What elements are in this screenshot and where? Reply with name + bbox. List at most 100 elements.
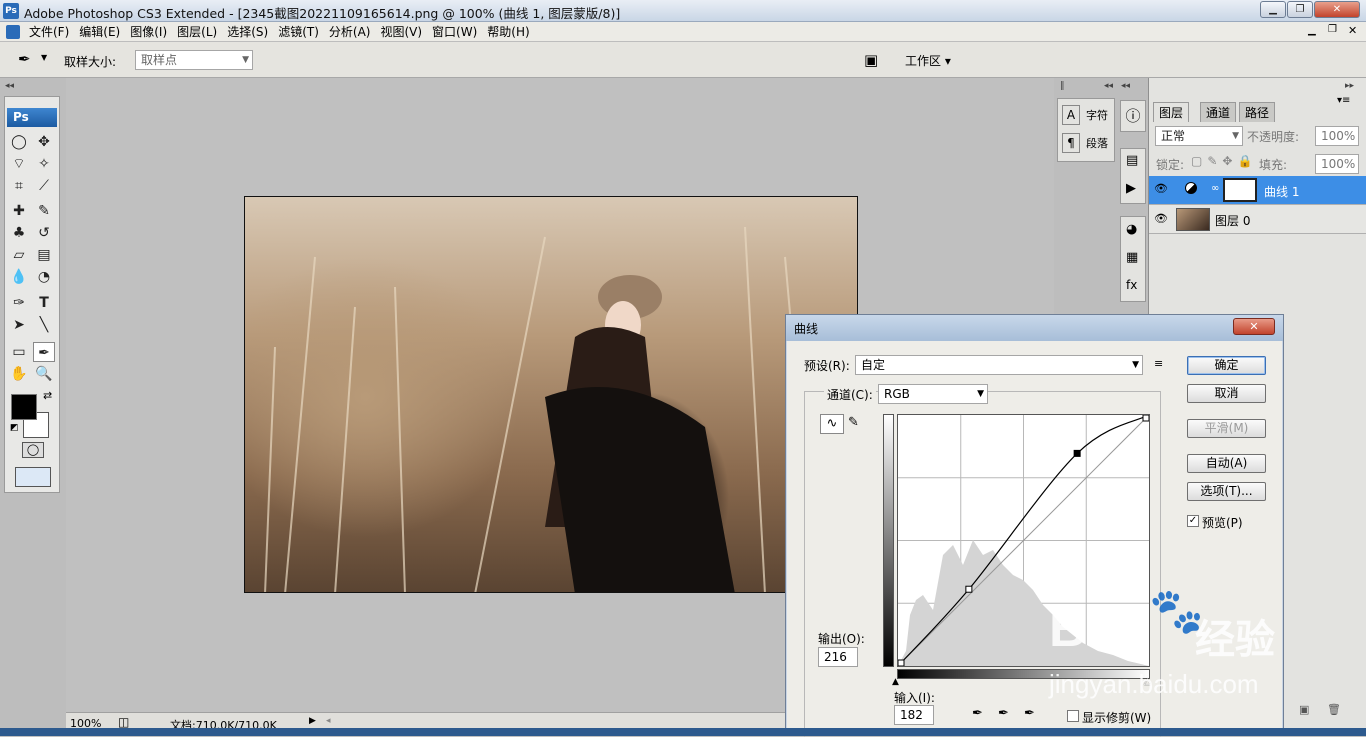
visibility-eye-icon[interactable]: 👁 bbox=[1154, 182, 1168, 195]
layer-mask-thumbnail[interactable] bbox=[1223, 178, 1257, 202]
eraser-tool-icon[interactable]: ▱ bbox=[8, 245, 30, 265]
screen-mode-icon[interactable] bbox=[15, 467, 51, 487]
dialog-close-icon[interactable]: ✕ bbox=[1233, 318, 1275, 335]
history-icon[interactable]: ▤ bbox=[1126, 153, 1138, 168]
sample-size-select[interactable]: 取样点 ▼ bbox=[135, 50, 253, 70]
doc-restore-icon[interactable]: ❐ bbox=[1328, 24, 1337, 35]
actions-icon[interactable]: ▶ bbox=[1126, 181, 1136, 196]
gray-eyedropper-icon[interactable]: ✒ bbox=[998, 706, 1009, 721]
swatches-icon[interactable]: ▦ bbox=[1126, 250, 1138, 265]
scroll-left-icon[interactable]: ◂ bbox=[326, 716, 331, 726]
cancel-button[interactable]: 取消 bbox=[1187, 384, 1266, 403]
preset-options-icon[interactable]: ≡ bbox=[1154, 357, 1163, 370]
show-clipping-label[interactable]: 显示修剪(W) bbox=[1082, 709, 1151, 726]
layers-collapse-icon[interactable]: ▸▸ bbox=[1345, 81, 1354, 91]
clone-stamp-icon[interactable]: ♣ bbox=[8, 223, 30, 243]
collapse-arrows-icon[interactable]: ◂◂ bbox=[5, 81, 14, 91]
color-palette-icon[interactable]: ◕ bbox=[1126, 222, 1137, 237]
curve-control-point[interactable] bbox=[1142, 414, 1150, 422]
tab-layers[interactable]: 图层 bbox=[1153, 102, 1190, 122]
visibility-eye-icon[interactable]: 👁 bbox=[1154, 212, 1168, 225]
preset-select[interactable]: 自定 ▼ bbox=[855, 355, 1143, 375]
magic-wand-icon[interactable]: ✧ bbox=[33, 154, 55, 174]
menu-edit[interactable]: 编辑(E) bbox=[74, 22, 125, 42]
black-point-slider-icon[interactable]: ▲ bbox=[892, 677, 899, 687]
healing-brush-icon[interactable]: ✚ bbox=[8, 201, 30, 221]
layer-name[interactable]: 曲线 1 bbox=[1264, 183, 1299, 200]
blur-tool-icon[interactable]: 💧 bbox=[8, 267, 30, 287]
character-label[interactable]: 字符 bbox=[1086, 107, 1108, 123]
blend-mode-select[interactable]: 正常 ▼ bbox=[1155, 126, 1243, 146]
auto-button[interactable]: 自动(A) bbox=[1187, 454, 1266, 473]
default-colors-icon[interactable]: ◩ bbox=[10, 423, 19, 433]
status-arrow-icon[interactable]: ▶ bbox=[309, 716, 316, 726]
brush-tool-icon[interactable]: ✎ bbox=[33, 201, 55, 221]
workspace-button[interactable]: 工作区 ▾ bbox=[905, 52, 951, 69]
notes-tool-icon[interactable]: ▭ bbox=[8, 342, 30, 362]
lock-icons[interactable]: ▢✎✥🔒 bbox=[1191, 154, 1257, 168]
gradient-tool-icon[interactable]: ▤ bbox=[33, 245, 55, 265]
marquee-tool-icon[interactable]: ◯ bbox=[8, 132, 30, 152]
ok-button[interactable]: 确定 bbox=[1187, 356, 1266, 375]
status-menu-icon[interactable]: ◫ bbox=[118, 715, 129, 729]
menu-filter[interactable]: 滤镜(T) bbox=[273, 22, 324, 42]
curve-control-point[interactable] bbox=[1073, 449, 1081, 457]
close-button[interactable]: ✕ bbox=[1314, 1, 1360, 18]
lasso-tool-icon[interactable]: ⌔ bbox=[8, 154, 30, 174]
menu-view[interactable]: 视图(V) bbox=[375, 22, 427, 42]
bridge-icon[interactable]: ▣ bbox=[864, 51, 878, 69]
input-input[interactable]: 182 bbox=[894, 705, 934, 725]
character-icon[interactable]: A bbox=[1062, 105, 1080, 125]
zoom-tool-icon[interactable]: 🔍 bbox=[33, 364, 55, 384]
paragraph-label[interactable]: 段落 bbox=[1086, 135, 1108, 151]
menu-image[interactable]: 图像(I) bbox=[125, 22, 172, 42]
tool-preset-arrow-icon[interactable]: ▼ bbox=[41, 53, 47, 62]
menu-layer[interactable]: 图层(L) bbox=[172, 22, 222, 42]
dock-collapse-icon[interactable]: ◂◂ bbox=[1104, 81, 1113, 91]
move-tool-icon[interactable]: ✥ bbox=[33, 132, 55, 152]
menu-file[interactable]: 文件(F) bbox=[24, 22, 74, 42]
curve-control-point[interactable] bbox=[897, 659, 905, 667]
black-eyedropper-icon[interactable]: ✒ bbox=[972, 706, 983, 721]
quick-mask-icon[interactable]: ◯ bbox=[22, 442, 44, 458]
history-brush-icon[interactable]: ↺ bbox=[33, 223, 55, 243]
doc-close-icon[interactable]: ✕ bbox=[1348, 24, 1357, 37]
info-icon[interactable]: ⓘ bbox=[1120, 100, 1146, 132]
panel-close-icon[interactable]: ▾≡ bbox=[1337, 95, 1350, 106]
output-input[interactable]: 216 bbox=[818, 647, 858, 667]
preview-checkbox[interactable]: ✓ bbox=[1187, 515, 1199, 527]
layer-row-base[interactable]: 👁 图层 0 bbox=[1149, 205, 1366, 234]
menu-analysis[interactable]: 分析(A) bbox=[324, 22, 376, 42]
curve-edit-icon[interactable]: ∿ bbox=[820, 414, 844, 434]
tab-paths[interactable]: 路径 bbox=[1239, 102, 1276, 122]
show-clipping-checkbox[interactable] bbox=[1067, 710, 1079, 722]
opacity-input[interactable]: 100% bbox=[1315, 126, 1359, 146]
minimize-button[interactable]: ▁ bbox=[1260, 1, 1286, 18]
channel-select[interactable]: RGB ▼ bbox=[878, 384, 988, 404]
white-eyedropper-icon[interactable]: ✒ bbox=[1024, 706, 1035, 721]
fill-input[interactable]: 100% bbox=[1315, 154, 1359, 174]
layer-name[interactable]: 图层 0 bbox=[1215, 212, 1250, 229]
doc-minimize-icon[interactable]: ▁ bbox=[1308, 25, 1316, 36]
eyedropper-tool-icon[interactable]: ✒ bbox=[18, 50, 31, 68]
eyedropper-active-icon[interactable]: ✒ bbox=[33, 342, 55, 362]
menu-help[interactable]: 帮助(H) bbox=[482, 22, 534, 42]
document-image[interactable] bbox=[244, 196, 858, 593]
pencil-draw-icon[interactable]: ✎ bbox=[848, 415, 859, 430]
restore-button[interactable]: ❐ bbox=[1287, 1, 1313, 18]
layer-row-curves[interactable]: 👁 ∞ 曲线 1 bbox=[1149, 176, 1366, 205]
curve-control-point[interactable] bbox=[965, 585, 973, 593]
line-tool-icon[interactable]: ╲ bbox=[33, 315, 55, 335]
menu-window[interactable]: 窗口(W) bbox=[427, 22, 482, 42]
type-tool-icon[interactable]: T bbox=[33, 293, 55, 313]
menu-select[interactable]: 选择(S) bbox=[222, 22, 273, 42]
crop-tool-icon[interactable]: ⌗ bbox=[8, 176, 30, 196]
path-selection-icon[interactable]: ➤ bbox=[8, 315, 30, 335]
paragraph-icon[interactable]: ¶ bbox=[1062, 133, 1080, 153]
options-button[interactable]: 选项(T)... bbox=[1187, 482, 1266, 501]
dodge-tool-icon[interactable]: ◔ bbox=[33, 267, 55, 287]
foreground-color-swatch[interactable] bbox=[11, 394, 37, 420]
preview-label[interactable]: 预览(P) bbox=[1202, 514, 1243, 531]
dock2-collapse-icon[interactable]: ◂◂ bbox=[1121, 81, 1130, 91]
slice-tool-icon[interactable]: ⟋ bbox=[33, 176, 55, 196]
